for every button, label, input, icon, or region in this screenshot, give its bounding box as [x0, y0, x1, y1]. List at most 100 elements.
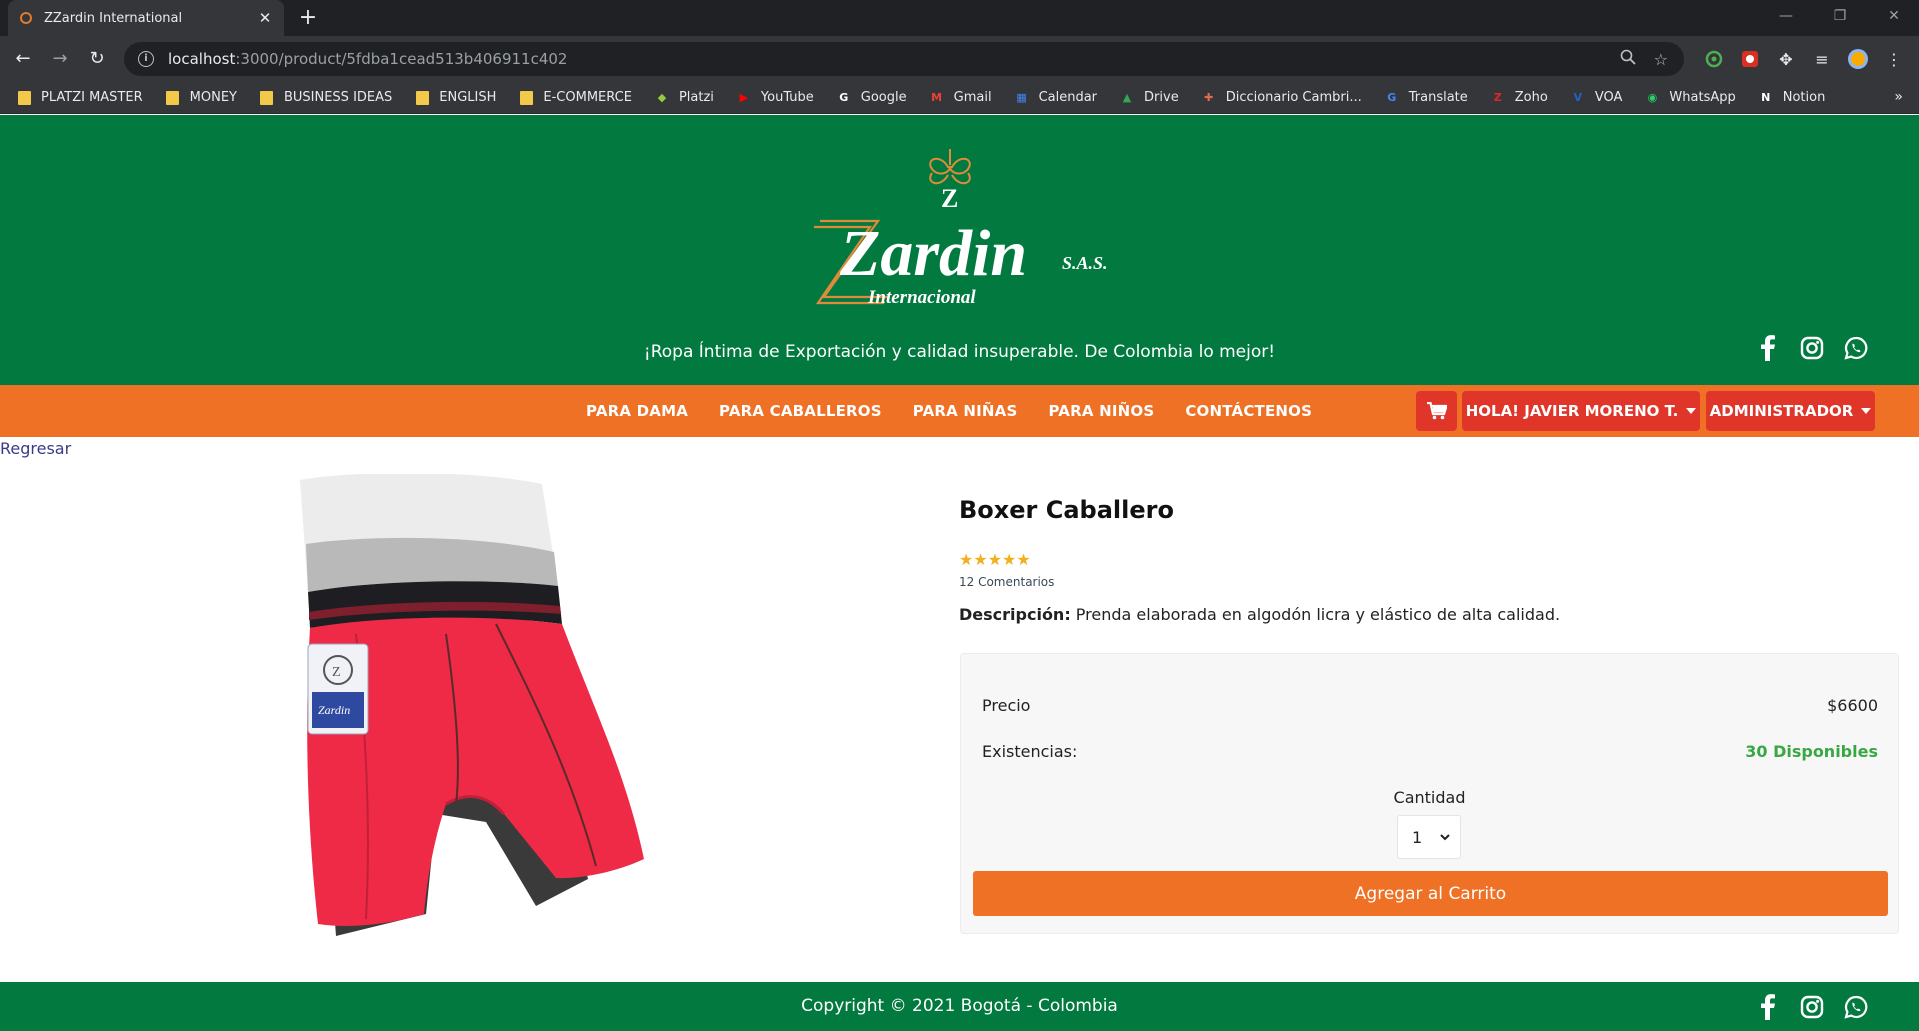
- product-description: Descripción: Prenda elaborada en algodón…: [959, 605, 1560, 624]
- site-footer: Copyright © 2021 Bogotá - Colombia: [0, 982, 1919, 1031]
- back-link[interactable]: Regresar: [0, 439, 71, 458]
- address-bar[interactable]: i localhost:3000/product/5fdba1cead513b4…: [124, 42, 1684, 76]
- bookmark-item[interactable]: ◆ Platzi: [654, 90, 714, 106]
- bookmark-item[interactable]: M Gmail: [929, 90, 991, 106]
- copyright-text: Copyright © 2021 Bogotá - Colombia: [801, 996, 1118, 1016]
- youtube-icon: ▶: [739, 91, 749, 104]
- folder-icon: [16, 90, 32, 106]
- close-window-icon[interactable]: ✕: [1884, 8, 1904, 24]
- bookmark-label: Calendar: [1038, 90, 1098, 105]
- bookmark-item[interactable]: ✚ Diccionario Cambri...: [1201, 90, 1362, 106]
- extension-green-icon[interactable]: [1703, 48, 1725, 70]
- browser-menu-icon[interactable]: ⋮: [1883, 48, 1905, 70]
- cambridge-icon: ✚: [1204, 91, 1214, 104]
- zardin-favicon-icon: [18, 10, 34, 26]
- bookmark-label: Platzi: [678, 90, 714, 105]
- svg-text:S.A.S.: S.A.S.: [1062, 253, 1108, 273]
- user-menu-button[interactable]: HOLA! JAVIER MORENO T.: [1462, 391, 1700, 431]
- browser-tab-bar: ZZardin International ✕ + — ❐ ✕: [0, 0, 1919, 36]
- bookmark-label: WhatsApp: [1669, 90, 1736, 105]
- bookmark-label: VOA: [1594, 90, 1623, 105]
- extensions-puzzle-icon[interactable]: ✥: [1775, 48, 1797, 70]
- whatsapp-icon[interactable]: [1843, 994, 1869, 1020]
- restore-window-icon[interactable]: ❐: [1830, 8, 1850, 24]
- cart-icon: [1426, 402, 1447, 420]
- tab-title: ZZardin International: [44, 10, 183, 26]
- bookmark-item[interactable]: ▦ Calendar: [1014, 90, 1097, 106]
- nav-link[interactable]: PARA CABALLEROS: [719, 402, 882, 420]
- facebook-icon[interactable]: [1755, 335, 1781, 361]
- footer-social-links: [1755, 994, 1869, 1020]
- svg-text:Internacional: Internacional: [867, 287, 976, 305]
- forward-arrow-icon[interactable]: →: [49, 48, 71, 70]
- description-text: Prenda elaborada en algodón licra y elás…: [1070, 605, 1561, 624]
- bookmark-label: Notion: [1782, 90, 1826, 105]
- bookmark-item[interactable]: N Notion: [1758, 90, 1826, 106]
- url-text[interactable]: localhost:3000/product/5fdba1cead513b406…: [168, 50, 1620, 68]
- bookmark-item[interactable]: ENGLISH: [414, 90, 496, 106]
- cart-button[interactable]: [1416, 391, 1457, 431]
- bookmarks-bar: PLATZI MASTER MONEY BUSINESS IDEAS ENGLISH E…: [0, 82, 1919, 114]
- stock-label: Existencias:: [982, 742, 1078, 761]
- bookmark-item[interactable]: Z Zoho: [1490, 90, 1548, 106]
- whatsapp-icon[interactable]: [1843, 335, 1869, 361]
- translate-icon: G: [1387, 91, 1397, 104]
- nav-link[interactable]: PARA NIÑOS: [1048, 402, 1154, 420]
- google-icon: G: [839, 91, 849, 104]
- nav-link[interactable]: PARA DAMA: [586, 402, 688, 420]
- bookmark-item[interactable]: MONEY: [165, 90, 237, 106]
- profile-avatar-icon[interactable]: [1847, 48, 1869, 70]
- minimize-window-icon[interactable]: —: [1776, 8, 1796, 24]
- bookmark-item[interactable]: G Google: [836, 90, 906, 106]
- main-navbar: PARA DAMA PARA CABALLEROS PARA NIÑAS PARA N…: [0, 385, 1919, 437]
- bookmark-label: BUSINESS IDEAS: [283, 90, 393, 105]
- svg-text:Z: Z: [941, 184, 958, 213]
- browser-tab[interactable]: ZZardin International ✕: [8, 0, 284, 36]
- bookmark-item[interactable]: ▲ Drive: [1119, 90, 1179, 106]
- browser-toolbar: ← → ↻ i localhost:3000/product/5fdba1cea…: [0, 36, 1919, 82]
- site-info-icon[interactable]: i: [138, 51, 154, 67]
- reading-list-icon[interactable]: ≡: [1811, 48, 1833, 70]
- nav-link[interactable]: CONTÁCTENOS: [1185, 402, 1312, 420]
- zoom-icon[interactable]: [1620, 49, 1636, 69]
- admin-menu-button[interactable]: ADMINISTRADOR: [1706, 391, 1875, 431]
- add-to-cart-button[interactable]: Agregar al Carrito: [973, 871, 1888, 916]
- gmail-icon: M: [931, 91, 943, 104]
- bookmark-item[interactable]: PLATZI MASTER: [16, 90, 143, 106]
- reload-icon[interactable]: ↻: [86, 48, 108, 70]
- facebook-icon[interactable]: [1755, 994, 1781, 1020]
- bookmark-label: Zoho: [1514, 90, 1548, 105]
- star-icon: ★: [959, 550, 973, 569]
- bookmark-item[interactable]: V VOA: [1570, 90, 1623, 106]
- whatsapp-icon: ◉: [1647, 91, 1658, 104]
- price-label: Precio: [982, 696, 1031, 715]
- chevron-down-icon: [1861, 408, 1872, 414]
- zardin-logo[interactable]: Z Zardin Internacional S.A.S.: [800, 145, 1130, 305]
- voa-icon: V: [1573, 91, 1583, 104]
- instagram-icon[interactable]: [1799, 994, 1825, 1020]
- product-title: Boxer Caballero: [959, 496, 1174, 524]
- close-tab-icon[interactable]: ✕: [256, 9, 274, 27]
- product-image: Z Zardin: [300, 474, 644, 936]
- star-icon: ★: [1002, 550, 1016, 569]
- bookmark-item[interactable]: ◉ WhatsApp: [1644, 90, 1736, 106]
- bookmarks-overflow-icon[interactable]: »: [1894, 89, 1903, 105]
- zoho-icon: Z: [1493, 91, 1502, 104]
- instagram-icon[interactable]: [1799, 335, 1825, 361]
- drive-icon: ▲: [1122, 91, 1132, 104]
- extension-red-icon[interactable]: [1739, 48, 1761, 70]
- bookmark-item[interactable]: E-COMMERCE: [518, 90, 632, 106]
- nav-link[interactable]: PARA NIÑAS: [913, 402, 1018, 420]
- bookmark-item[interactable]: G Translate: [1384, 90, 1468, 106]
- folder-icon: [259, 90, 275, 106]
- new-tab-button[interactable]: +: [296, 6, 320, 30]
- bookmark-item[interactable]: BUSINESS IDEAS: [259, 90, 392, 106]
- site-header: Z Zardin Internacional S.A.S. ¡Ropa Ínti…: [0, 115, 1919, 385]
- reviews-link[interactable]: 12 Comentarios: [959, 575, 1054, 589]
- platzi-icon: ◆: [657, 91, 667, 104]
- quantity-select[interactable]: 1: [1397, 815, 1461, 859]
- bookmark-star-icon[interactable]: ☆: [1654, 50, 1668, 69]
- bookmark-item[interactable]: ▶ YouTube: [736, 90, 814, 106]
- back-arrow-icon[interactable]: ←: [12, 48, 34, 70]
- user-menu-label: HOLA! JAVIER MORENO T.: [1465, 402, 1679, 420]
